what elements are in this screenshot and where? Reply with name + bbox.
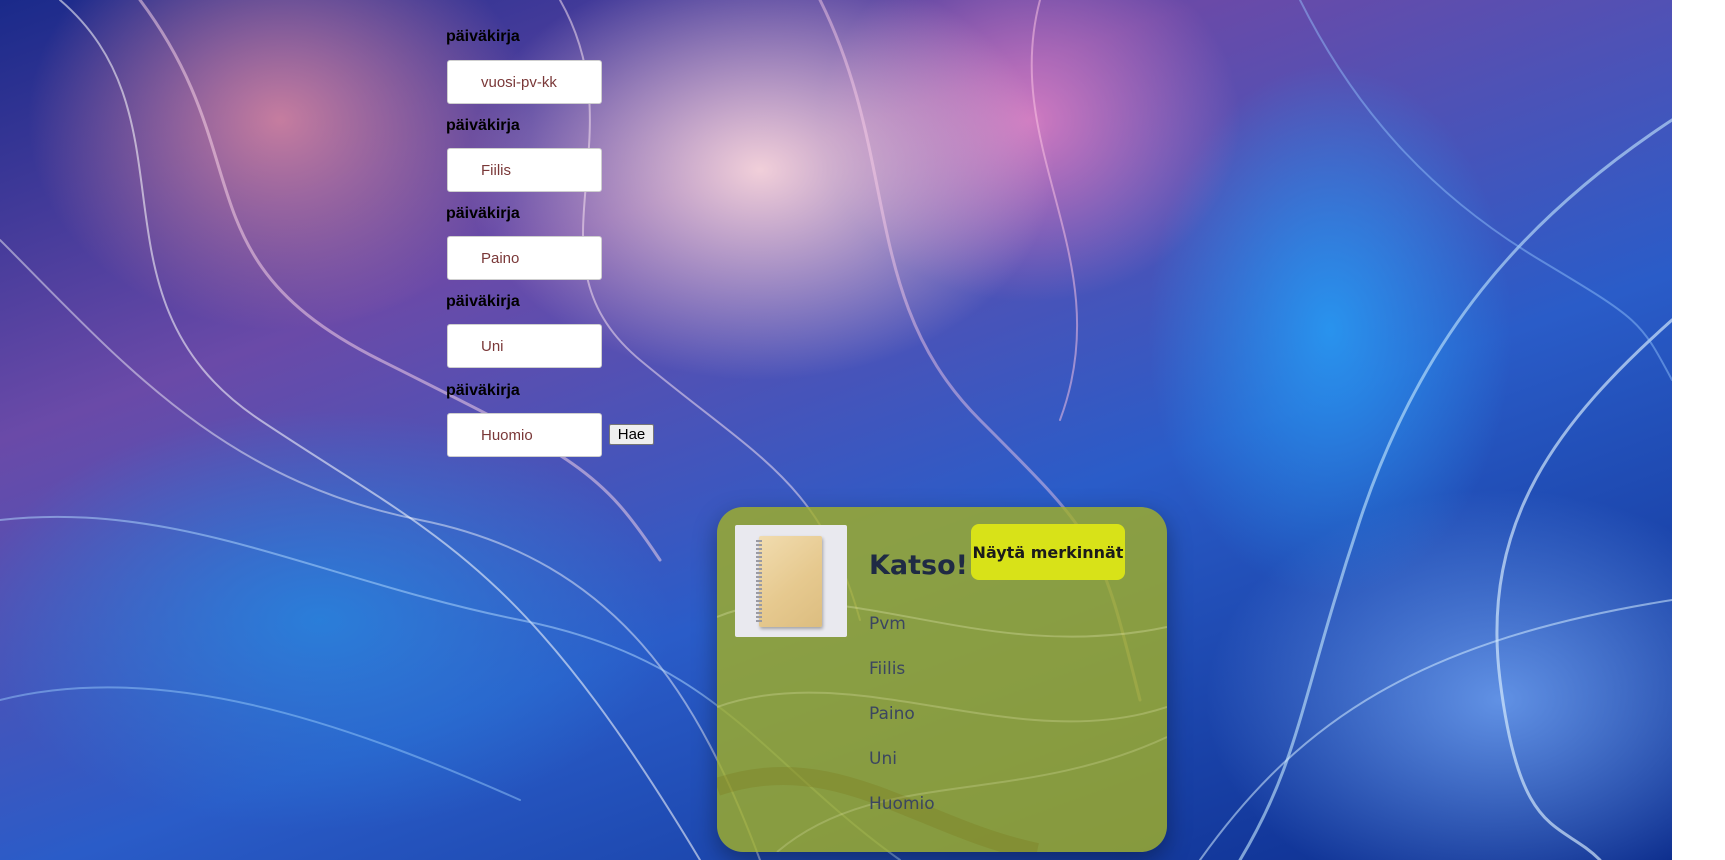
mood-input[interactable] [447, 148, 602, 192]
diary-label: päiväkirja [446, 117, 520, 134]
notebook-image [735, 525, 847, 637]
field-note: Huomio [869, 794, 935, 814]
field-date: Pvm [869, 614, 906, 634]
field-sleep: Uni [869, 749, 897, 769]
date-input[interactable] [447, 60, 602, 104]
diary-label: päiväkirja [446, 205, 520, 222]
card-title: Katso! [869, 550, 968, 581]
note-input[interactable] [447, 413, 602, 457]
sleep-input[interactable] [447, 324, 602, 368]
show-entries-button[interactable]: Näytä merkinnät [971, 524, 1125, 580]
notebook-icon [756, 536, 822, 627]
diary-label: päiväkirja [446, 28, 520, 45]
diary-label: päiväkirja [446, 293, 520, 310]
entries-card: Katso! Näytä merkinnät Pvm Fiilis Paino … [717, 507, 1167, 852]
search-button[interactable]: Hae [609, 424, 654, 445]
field-weight: Paino [869, 704, 915, 724]
diary-label: päiväkirja [446, 382, 520, 399]
weight-input[interactable] [447, 236, 602, 280]
field-mood: Fiilis [869, 659, 906, 679]
